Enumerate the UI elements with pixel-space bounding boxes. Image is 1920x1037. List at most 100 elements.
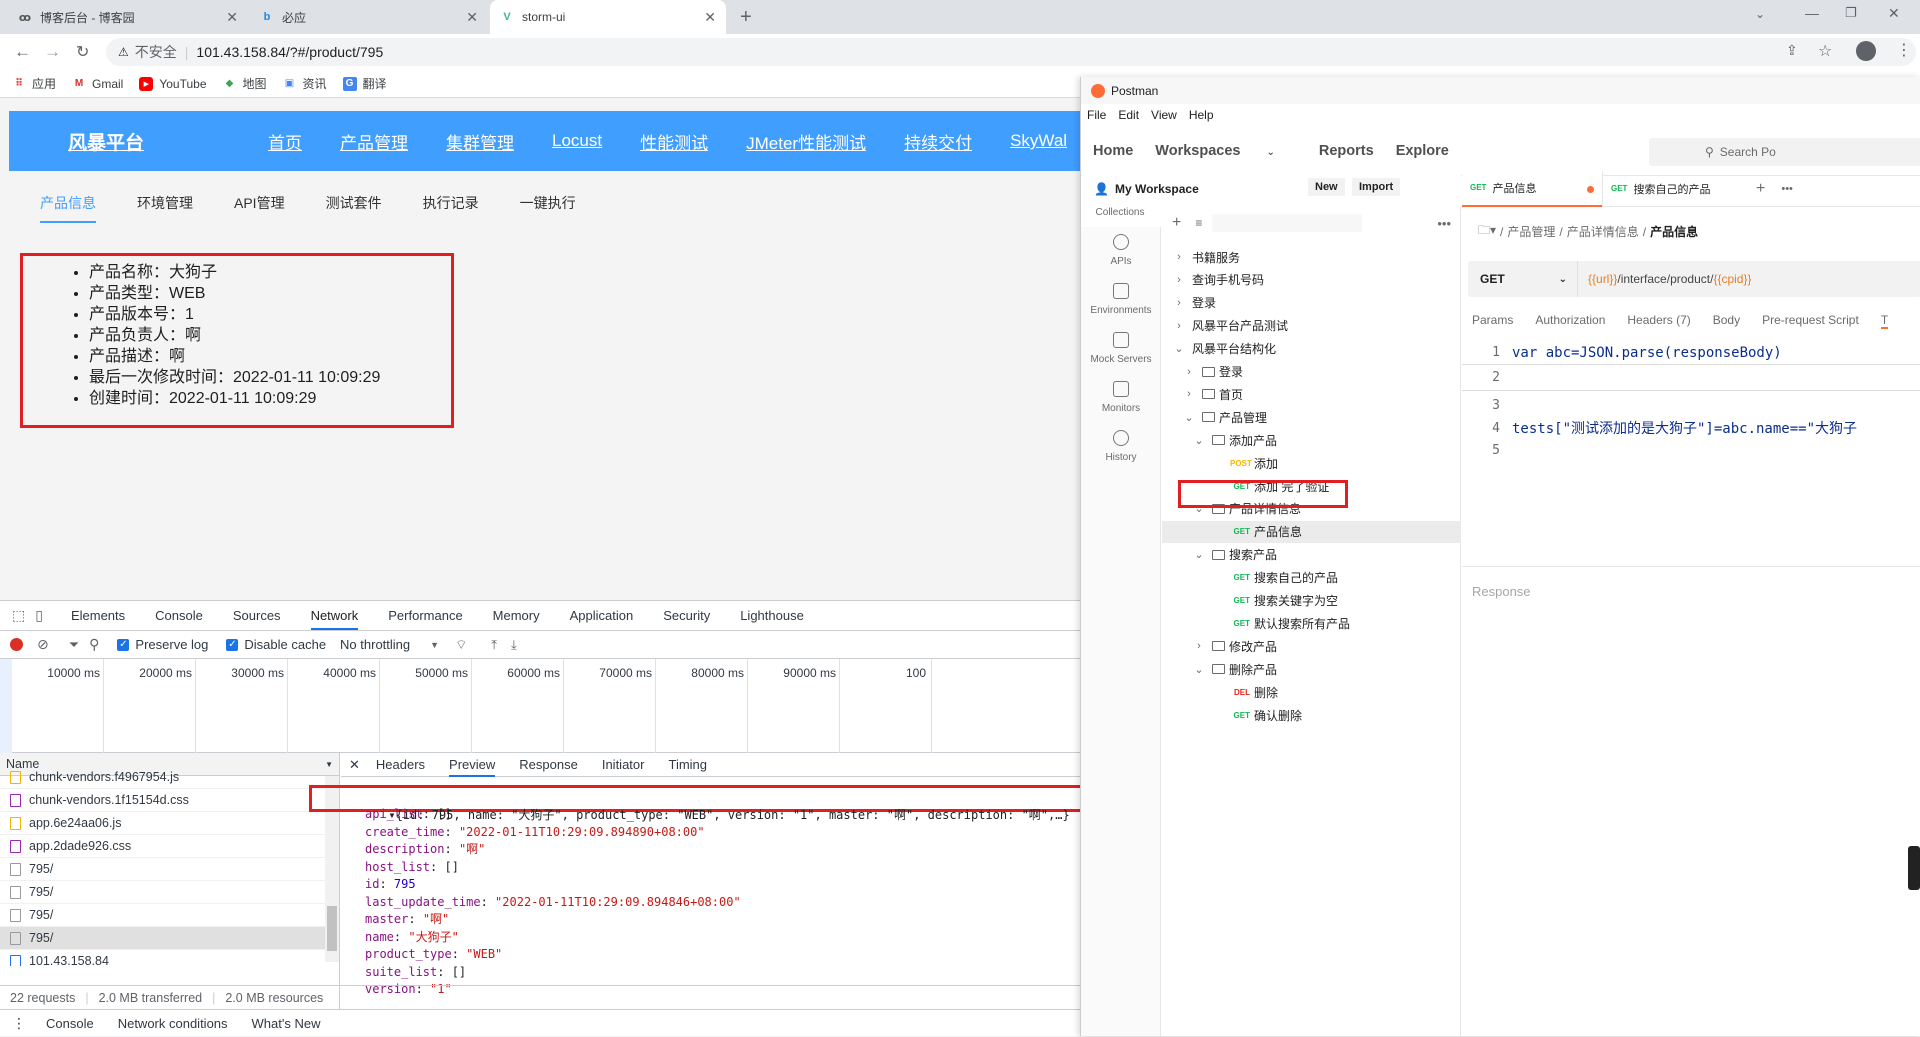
breadcrumb-item[interactable]: 产品管理 [1507, 223, 1555, 240]
menu-edit[interactable]: Edit [1118, 108, 1139, 122]
sidebar-apis[interactable]: APIs [1081, 234, 1161, 267]
throttling-select[interactable]: No throttling [340, 637, 410, 652]
omnibox[interactable]: ⚠ 不安全 | 101.43.158.84/?#/product/795 [106, 38, 1916, 66]
header-home[interactable]: Home [1093, 143, 1133, 159]
new-tab-icon[interactable]: + [1756, 180, 1765, 198]
nav-jmeter[interactable]: JMeter性能测试 [746, 129, 866, 154]
browser-tab-active[interactable]: V storm-ui ✕ [490, 0, 726, 34]
drawer-tab-console[interactable]: Console [46, 1016, 94, 1031]
close-detail-icon[interactable]: ✕ [349, 757, 360, 773]
tree-request-item[interactable]: GET 搜索自己的产品 [1162, 567, 1461, 589]
tab-preview[interactable]: Preview [449, 753, 496, 777]
chevron-right-icon[interactable]: › [1182, 366, 1196, 378]
nav-home[interactable]: 首页 [268, 129, 302, 154]
chevron-right-icon[interactable]: › [1192, 640, 1206, 652]
bookmark-apps[interactable]: ⠿ 应用 [12, 75, 56, 92]
json-property[interactable]: id: 795 [365, 876, 741, 894]
profile-avatar[interactable] [1856, 41, 1876, 61]
nav-cd[interactable]: 持续交付 [904, 129, 972, 154]
code-line[interactable]: 4 tests["测试添加的是大狗子"]=abc.name=="大狗子 [1462, 418, 1920, 440]
tree-folder-item[interactable]: › 登录 [1162, 361, 1461, 383]
json-property[interactable]: product_type: "WEB" [365, 946, 741, 964]
tree-collection-item[interactable]: › 查询手机号码 [1162, 269, 1461, 291]
tab-oneclick[interactable]: 一键执行 [520, 193, 576, 223]
breadcrumb-current[interactable]: 产品信息 [1650, 223, 1698, 240]
breadcrumb-item[interactable]: 产品详情信息 [1567, 223, 1639, 240]
request-row[interactable]: 795/ [0, 927, 325, 950]
tree-folder-item[interactable]: › 修改产品 [1162, 635, 1461, 657]
tree-folder-item[interactable]: ⌄ 产品管理 [1162, 406, 1461, 428]
tab-headers[interactable]: Headers [376, 757, 425, 772]
chevron-down-icon[interactable]: ⌄ [1182, 411, 1196, 424]
tree-folder-item[interactable]: › 首页 [1162, 383, 1461, 405]
minimize-icon[interactable]: — [1805, 5, 1819, 21]
request-row[interactable]: 795/ [0, 858, 325, 881]
request-row[interactable]: chunk-vendors.1f15154d.css [0, 789, 325, 812]
tree-request-item[interactable]: GET 产品信息 [1162, 520, 1461, 543]
test-script-editor[interactable]: 1 var abc=JSON.parse(responseBody) 2 3 4 test… [1462, 342, 1920, 562]
tab-headers[interactable]: Headers (7) [1627, 313, 1690, 329]
bookmark-gmail[interactable]: M Gmail [72, 77, 124, 91]
tree-collection-item[interactable]: › 风暴平台产品测试 [1162, 315, 1461, 337]
request-row[interactable]: chunk-vendors.f4967954.js [0, 766, 325, 789]
bookmark-star-icon[interactable]: ☆ [1818, 41, 1832, 61]
bookmark-youtube[interactable]: ▶ YouTube [139, 76, 207, 91]
tab-api[interactable]: API管理 [234, 193, 285, 223]
menu-view[interactable]: View [1151, 108, 1177, 122]
tab-suite[interactable]: 测试套件 [326, 193, 382, 223]
tab-performance[interactable]: Performance [388, 608, 462, 623]
chevron-right-icon[interactable]: › [1172, 297, 1186, 309]
disable-cache-checkbox[interactable]: ✓ [226, 638, 239, 651]
drawer-tab-network-conditions[interactable]: Network conditions [118, 1016, 228, 1031]
tree-request-item[interactable]: GET 搜索关键字为空 [1162, 590, 1461, 612]
url-input[interactable]: {{url}}/interface/product/{{cpid}} [1578, 272, 1751, 286]
tab-sources[interactable]: Sources [233, 608, 281, 623]
filter-icon[interactable]: ⏷ [69, 637, 79, 653]
tab-env[interactable]: 环境管理 [137, 193, 193, 223]
chevron-down-icon[interactable]: ⌄ [1172, 342, 1186, 355]
restore-icon[interactable]: ❐ [1845, 5, 1857, 21]
request-row[interactable]: app.6e24aa06.js [0, 812, 325, 835]
chevron-down-icon[interactable]: ⌄ [1192, 548, 1206, 561]
code-line[interactable]: 5 [1462, 440, 1920, 462]
nav-skywalking[interactable]: SkyWal [1010, 131, 1067, 151]
tab-body[interactable]: Body [1713, 313, 1740, 329]
json-property[interactable]: master: "啊" [365, 911, 741, 929]
browser-tab[interactable]: b 必应 ✕ [250, 0, 488, 34]
bookmark-news[interactable]: ▣ 资讯 [283, 75, 327, 92]
nav-perf[interactable]: 性能测试 [640, 129, 708, 154]
chevron-down-icon[interactable]: ⌄ [1192, 434, 1206, 447]
import-har-icon[interactable]: ⤒ [491, 637, 497, 653]
record-icon[interactable] [10, 638, 23, 651]
tab-records[interactable]: 执行记录 [423, 193, 479, 223]
tab-authorization[interactable]: Authorization [1535, 313, 1605, 329]
json-property[interactable]: description: "啊" [365, 841, 741, 859]
reload-icon[interactable]: ↻ [76, 42, 89, 62]
tree-folder-item[interactable]: ⌄ 搜索产品 [1162, 544, 1461, 566]
header-workspaces[interactable]: Workspaces ⌄ [1155, 143, 1297, 159]
url-text[interactable]: 101.43.158.84/?#/product/795 [196, 44, 383, 60]
tab-params[interactable]: Params [1472, 313, 1513, 329]
sidebar-mock-servers[interactable]: Mock Servers [1081, 332, 1161, 365]
tree-folder-item[interactable]: ⌄ 添加产品 [1162, 429, 1461, 451]
json-property[interactable]: last_update_time: "2022-01-11T10:29:09.8… [365, 894, 741, 912]
back-icon[interactable]: ← [14, 42, 31, 62]
bookmark-maps[interactable]: ◆ 地图 [223, 75, 267, 92]
tab-elements[interactable]: Elements [71, 608, 125, 623]
nav-cluster[interactable]: 集群管理 [446, 129, 514, 154]
tree-collection-item[interactable]: › 登录 [1162, 292, 1461, 314]
tree-collection-item[interactable]: › 书籍服务 [1162, 246, 1461, 268]
json-property[interactable]: api_list: [] [365, 806, 741, 824]
json-property[interactable]: host_list: [] [365, 859, 741, 877]
search-icon[interactable]: ⚲ [89, 636, 99, 653]
code-line[interactable]: 2 [1462, 364, 1920, 391]
tree-request-item[interactable]: GET 默认搜索所有产品 [1162, 612, 1461, 634]
tab-network[interactable]: Network [310, 601, 359, 630]
brand-logo[interactable]: 风暴平台 [68, 128, 144, 155]
sidebar-environments[interactable]: Environments [1081, 283, 1161, 316]
tab-options-icon[interactable]: ••• [1781, 183, 1793, 195]
tab-search-icon[interactable]: ⌄ [1755, 7, 1765, 21]
tree-request-item[interactable]: POST 添加 [1162, 452, 1461, 474]
drawer-tab-whats-new[interactable]: What's New [252, 1016, 321, 1031]
clear-icon[interactable]: ⊘ [37, 636, 49, 653]
